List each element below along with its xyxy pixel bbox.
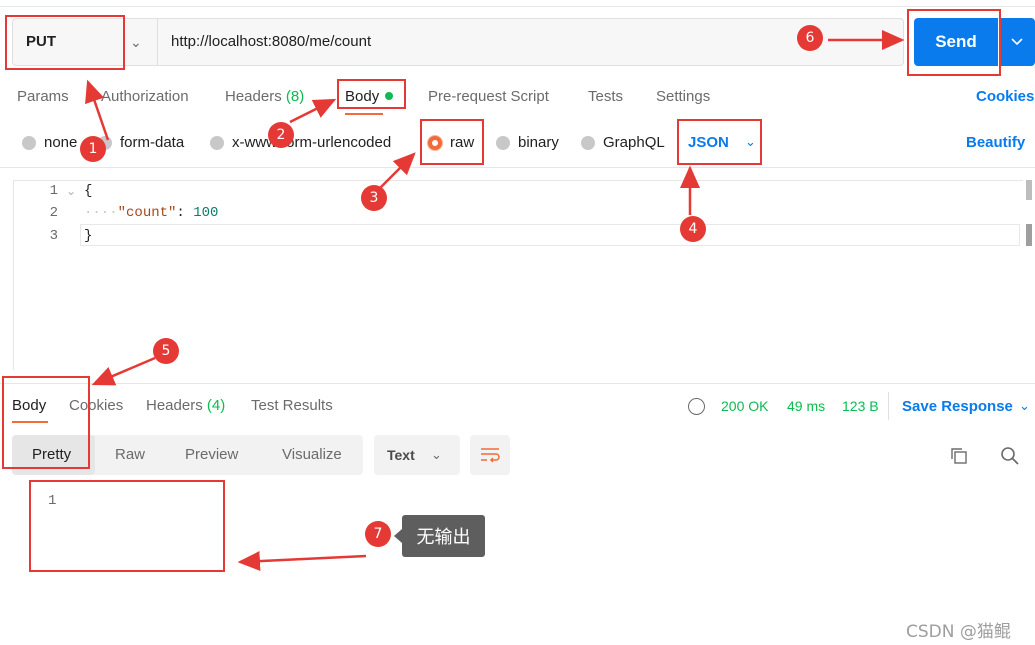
tooltip-pointer bbox=[394, 529, 402, 543]
response-time[interactable]: 49 ms bbox=[787, 398, 825, 414]
response-headers-count: (4) bbox=[206, 397, 226, 414]
no-output-note: 无输出 bbox=[402, 515, 485, 557]
tab-prerequest[interactable]: Pre-request Script bbox=[428, 88, 549, 105]
annotation-badge: 5 bbox=[153, 338, 179, 364]
response-tab-headers[interactable]: Headers (4) bbox=[146, 397, 225, 414]
cookies-link[interactable]: Cookies bbox=[976, 88, 1034, 105]
radio-icon bbox=[496, 135, 510, 150]
radio-none[interactable]: none bbox=[22, 134, 77, 151]
editor-top-divider bbox=[0, 167, 1035, 168]
chevron-down-icon bbox=[1011, 38, 1023, 46]
watermark: CSDN @猫鲲 bbox=[906, 622, 1011, 642]
annotation-badge: 7 bbox=[365, 521, 391, 547]
annotation-box-output bbox=[29, 480, 225, 572]
annotation-box-response-body bbox=[2, 376, 90, 469]
radio-urlencoded[interactable]: x-www-form-urlencoded bbox=[210, 134, 391, 151]
beautify-button[interactable]: Beautify bbox=[966, 134, 1025, 151]
tab-authorization[interactable]: Authorization bbox=[101, 88, 189, 105]
annotation-badge: 4 bbox=[680, 216, 706, 242]
annotation-badge: 6 bbox=[797, 25, 823, 51]
radio-label: binary bbox=[518, 134, 559, 151]
headers-count: (8) bbox=[285, 88, 305, 105]
code-line-2: ····"count": 100 bbox=[84, 205, 218, 221]
active-line-highlight bbox=[80, 224, 1020, 246]
radio-label: none bbox=[44, 134, 78, 151]
radio-label: GraphQL bbox=[603, 134, 665, 151]
tab-params[interactable]: Params bbox=[17, 88, 69, 105]
editor-scrollbar-thumb[interactable] bbox=[1026, 224, 1032, 246]
code-close-brace: } bbox=[84, 228, 93, 244]
search-icon[interactable] bbox=[1000, 446, 1020, 466]
globe-icon[interactable] bbox=[688, 398, 705, 415]
code-key: "count" bbox=[117, 205, 177, 221]
tab-headers-label: Headers bbox=[225, 88, 282, 105]
chevron-down-icon: ⌄ bbox=[1019, 398, 1030, 413]
radio-form-data[interactable]: form-data bbox=[98, 134, 184, 151]
annotation-badge: 3 bbox=[361, 185, 387, 211]
code-indent: ···· bbox=[84, 205, 118, 221]
response-tab-test-results[interactable]: Test Results bbox=[251, 397, 333, 414]
radio-label: x-www-form-urlencoded bbox=[232, 134, 392, 151]
radio-icon bbox=[22, 135, 36, 150]
response-tab-headers-label: Headers bbox=[146, 397, 203, 414]
response-divider bbox=[0, 383, 1035, 384]
radio-label: form-data bbox=[120, 134, 185, 151]
top-divider bbox=[0, 6, 1035, 7]
response-size[interactable]: 123 B bbox=[842, 398, 879, 414]
save-response-button[interactable]: Save Response bbox=[902, 398, 1013, 415]
code-value: 100 bbox=[193, 205, 219, 221]
radio-icon bbox=[210, 135, 224, 150]
wrap-lines-icon bbox=[481, 448, 500, 463]
code-colon: : bbox=[176, 205, 194, 221]
annotation-box-body bbox=[337, 79, 406, 109]
annotation-badge: 1 bbox=[80, 136, 106, 162]
annotation-box-raw bbox=[420, 119, 484, 165]
view-preview[interactable]: Preview bbox=[185, 446, 238, 463]
send-options-button[interactable] bbox=[999, 18, 1035, 66]
radio-binary[interactable]: binary bbox=[496, 134, 559, 151]
status-code[interactable]: 200 OK bbox=[721, 398, 768, 414]
code-open-brace: { bbox=[84, 183, 93, 199]
tab-tests[interactable]: Tests bbox=[588, 88, 623, 105]
url-text: http://localhost:8080/me/count bbox=[171, 33, 372, 50]
tab-settings[interactable]: Settings bbox=[656, 88, 710, 105]
radio-graphql[interactable]: GraphQL bbox=[581, 134, 665, 151]
active-tab-underline bbox=[345, 113, 383, 115]
copy-icon[interactable] bbox=[950, 447, 968, 465]
annotation-badge: 2 bbox=[268, 122, 294, 148]
wrap-lines-button[interactable] bbox=[470, 435, 510, 475]
editor-border bbox=[13, 180, 1023, 181]
line-number: 3 bbox=[49, 228, 58, 244]
annotation-box-send bbox=[907, 9, 1001, 76]
divider bbox=[888, 392, 889, 420]
response-format-label: Text bbox=[387, 447, 415, 463]
editor-left-border bbox=[13, 180, 14, 370]
annotation-box-method bbox=[5, 15, 125, 70]
chevron-down-icon: ⌄ bbox=[431, 447, 442, 462]
line-number: 1 bbox=[49, 183, 58, 199]
editor-scrollbar[interactable] bbox=[1026, 180, 1032, 200]
line-number: 2 bbox=[49, 205, 58, 221]
radio-icon bbox=[581, 135, 595, 150]
tab-headers[interactable]: Headers (8) bbox=[225, 88, 304, 105]
view-raw[interactable]: Raw bbox=[115, 446, 145, 463]
chevron-down-icon: ⌄ bbox=[130, 34, 142, 50]
fold-chevron-icon[interactable]: ⌄ bbox=[66, 184, 76, 198]
annotation-box-json bbox=[677, 119, 762, 165]
view-visualize[interactable]: Visualize bbox=[282, 446, 342, 463]
